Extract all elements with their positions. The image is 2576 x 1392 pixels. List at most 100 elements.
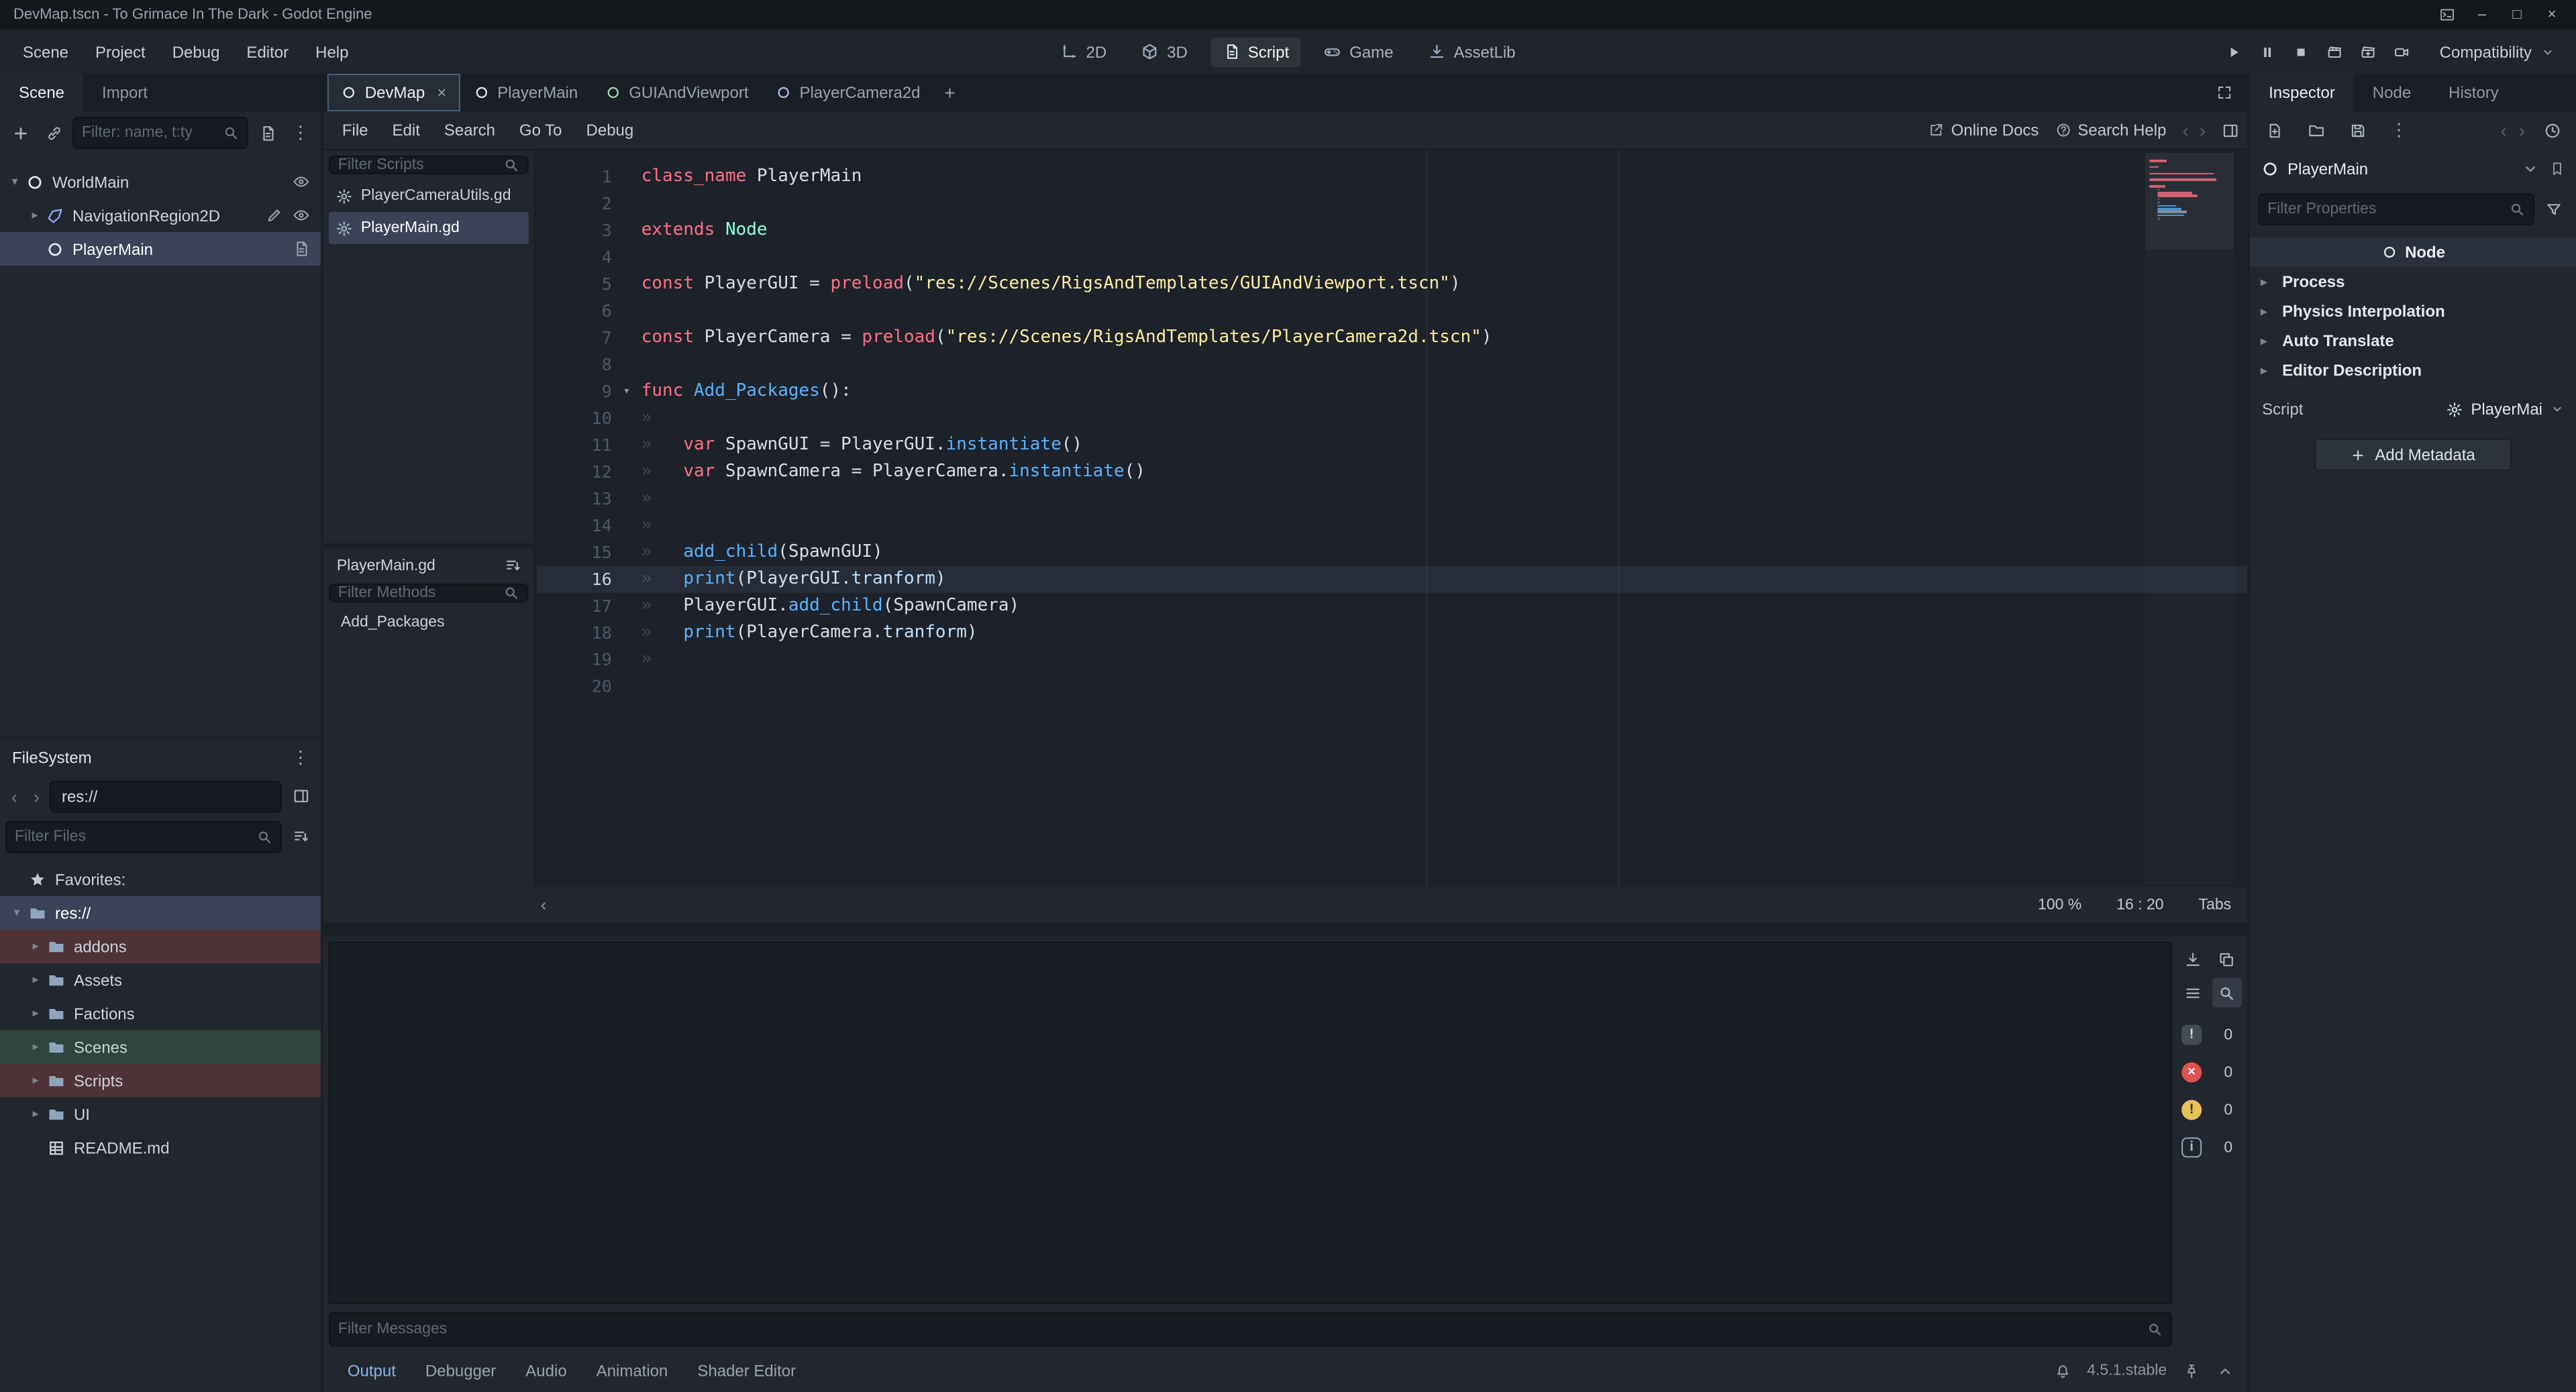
- history-forward-button[interactable]: ›: [2200, 119, 2206, 141]
- code-line-11[interactable]: 11»var SpawnGUI = PlayerGUI.instantiate(…: [537, 432, 2247, 459]
- inspector-back-button[interactable]: ‹: [2500, 119, 2506, 141]
- filesystem-options-button[interactable]: ⋮: [286, 743, 315, 772]
- scene-tab-playermain[interactable]: PlayerMain: [460, 74, 591, 111]
- script-item-playermain-gd[interactable]: PlayerMain.gd: [329, 212, 529, 244]
- script-list-splitter[interactable]: [323, 543, 534, 549]
- scene-tab-devmap[interactable]: DevMap×: [327, 74, 460, 111]
- inspector-category-process[interactable]: ▸Process: [2250, 267, 2576, 297]
- add-metadata-button[interactable]: Add Metadata: [2314, 439, 2511, 471]
- play-scene-button[interactable]: [2318, 36, 2351, 68]
- copy-log-button[interactable]: [2212, 945, 2241, 974]
- attach-script-button[interactable]: [252, 118, 282, 148]
- fs-item-factions[interactable]: ▸Factions: [0, 997, 321, 1030]
- play-custom-scene-button[interactable]: [2351, 36, 2385, 68]
- make-floating-button[interactable]: [2222, 121, 2239, 139]
- instance-scene-button[interactable]: [39, 118, 68, 148]
- inspector-history-button[interactable]: [2537, 115, 2567, 145]
- tree-collapsed-arrow[interactable]: ▸: [27, 973, 44, 987]
- fs-sort-button[interactable]: [286, 822, 315, 851]
- window-close-button[interactable]: ×: [2536, 3, 2568, 27]
- code-editor[interactable]: 1class_name PlayerMain23extends Node45co…: [534, 150, 2247, 887]
- chevron-down-icon[interactable]: [2522, 161, 2538, 177]
- scene-tab-guiandviewport[interactable]: GUIAndViewport: [591, 74, 762, 111]
- tree-expanded-arrow[interactable]: ▾: [5, 174, 24, 189]
- workspace-assetlib[interactable]: AssetLib: [1416, 37, 1527, 66]
- code-line-15[interactable]: 15»add_child(SpawnGUI): [537, 539, 2247, 566]
- script-property-value[interactable]: PlayerMai: [2445, 400, 2564, 419]
- menu-editor[interactable]: Editor: [234, 37, 301, 66]
- inspector-tab-inspector[interactable]: Inspector: [2250, 74, 2354, 111]
- inspector-category-auto-translate[interactable]: ▸Auto Translate: [2250, 326, 2576, 356]
- filter-scripts-input[interactable]: [338, 157, 498, 173]
- scene-node-navigationregion2d[interactable]: ▸NavigationRegion2D: [0, 199, 321, 232]
- caret-position[interactable]: 16 : 20: [2116, 897, 2163, 913]
- script-menu-debug[interactable]: Debug: [576, 115, 645, 145]
- script-menu-file[interactable]: File: [331, 115, 379, 145]
- fs-forward-button[interactable]: ›: [28, 782, 46, 811]
- fold-arrow-icon[interactable]: ▾: [612, 378, 641, 405]
- bottom-tab-output[interactable]: Output: [337, 1356, 407, 1385]
- window-minimize-button[interactable]: –: [2466, 3, 2498, 27]
- add-node-button[interactable]: [5, 118, 35, 148]
- scene-tab-playercamera2d[interactable]: PlayerCamera2d: [762, 74, 933, 111]
- scene-tree-options-button[interactable]: ⋮: [286, 118, 315, 148]
- resource-options-button[interactable]: ⋮: [2384, 115, 2414, 145]
- zoom-level[interactable]: 100 %: [2038, 897, 2081, 913]
- property-filter-button[interactable]: [2538, 195, 2568, 224]
- load-resource-button[interactable]: [2301, 115, 2330, 145]
- tree-collapsed-arrow[interactable]: ▸: [27, 939, 44, 954]
- code-line-19[interactable]: 19»: [537, 647, 2247, 674]
- expand-panel-icon[interactable]: [2216, 1362, 2234, 1379]
- menu-project[interactable]: Project: [83, 37, 158, 66]
- dock-tab-scene[interactable]: Scene: [0, 74, 83, 111]
- inspector-category-physics-interpolation[interactable]: ▸Physics Interpolation: [2250, 297, 2576, 326]
- online-docs-button[interactable]: Online Docs: [1928, 121, 2039, 140]
- fs-item-scripts[interactable]: ▸Scripts: [0, 1064, 321, 1097]
- inspector-tab-history[interactable]: History: [2430, 74, 2518, 111]
- eye-icon[interactable]: [293, 173, 310, 191]
- pause-button[interactable]: [2251, 36, 2284, 68]
- tree-expanded-arrow[interactable]: ▾: [8, 906, 25, 920]
- code-line-16[interactable]: 16»print(PlayerGUI.tranform): [537, 566, 2247, 593]
- filter-methods-input[interactable]: [338, 585, 498, 601]
- toggle-scripts-panel-button[interactable]: ‹: [541, 895, 547, 915]
- tree-collapsed-arrow[interactable]: ▸: [27, 1073, 44, 1088]
- eye-icon[interactable]: [293, 207, 310, 224]
- bottom-tab-animation[interactable]: Animation: [586, 1356, 679, 1385]
- renderer-dropdown[interactable]: Compatibility: [2429, 37, 2565, 66]
- scene-node-playermain[interactable]: PlayerMain: [0, 232, 321, 266]
- output-log[interactable]: [329, 942, 2172, 1304]
- code-line-12[interactable]: 12»var SpawnCamera = PlayerCamera.instan…: [537, 459, 2247, 486]
- dock-tab-import[interactable]: Import: [83, 74, 166, 111]
- workspace-2d[interactable]: 2D: [1048, 37, 1119, 66]
- fs-item-favorites[interactable]: Favorites:: [0, 863, 321, 896]
- play-button[interactable]: [2217, 36, 2251, 68]
- script-menu-go-to[interactable]: Go To: [509, 115, 573, 145]
- filter-properties-input[interactable]: [2267, 201, 2504, 217]
- method-sort-button[interactable]: [498, 551, 527, 581]
- fs-item-res[interactable]: ▾res://: [0, 896, 321, 930]
- code-line-2[interactable]: 2: [537, 191, 2247, 217]
- code-line-6[interactable]: 6: [537, 298, 2247, 325]
- script-menu-edit[interactable]: Edit: [382, 115, 431, 145]
- output-filter-info[interactable]: i0: [2179, 1134, 2240, 1162]
- code-line-1[interactable]: 1class_name PlayerMain: [537, 164, 2247, 191]
- menu-scene[interactable]: Scene: [11, 37, 81, 66]
- window-maximize-button[interactable]: □: [2501, 3, 2533, 27]
- indent-type[interactable]: Tabs: [2199, 897, 2232, 913]
- notifications-icon[interactable]: [2053, 1362, 2071, 1379]
- new-resource-button[interactable]: [2259, 115, 2289, 145]
- new-scene-tab-button[interactable]: +: [934, 76, 966, 109]
- pin-panel-icon[interactable]: [2183, 1362, 2200, 1379]
- menu-debug[interactable]: Debug: [160, 37, 232, 66]
- collapse-duplicates-button[interactable]: [2178, 978, 2208, 1008]
- fs-path-input[interactable]: [54, 787, 278, 806]
- engine-version[interactable]: 4.5.1.stable: [2087, 1362, 2167, 1379]
- tree-collapsed-arrow[interactable]: ▸: [27, 1107, 44, 1122]
- tree-collapsed-arrow[interactable]: ▸: [27, 1006, 44, 1021]
- output-filter-log[interactable]: !0: [2179, 1021, 2240, 1049]
- inspector-tab-node[interactable]: Node: [2354, 74, 2430, 111]
- inspector-forward-button[interactable]: ›: [2519, 119, 2525, 141]
- code-line-20[interactable]: 20: [537, 674, 2247, 700]
- edited-node-row[interactable]: PlayerMain: [2250, 152, 2576, 186]
